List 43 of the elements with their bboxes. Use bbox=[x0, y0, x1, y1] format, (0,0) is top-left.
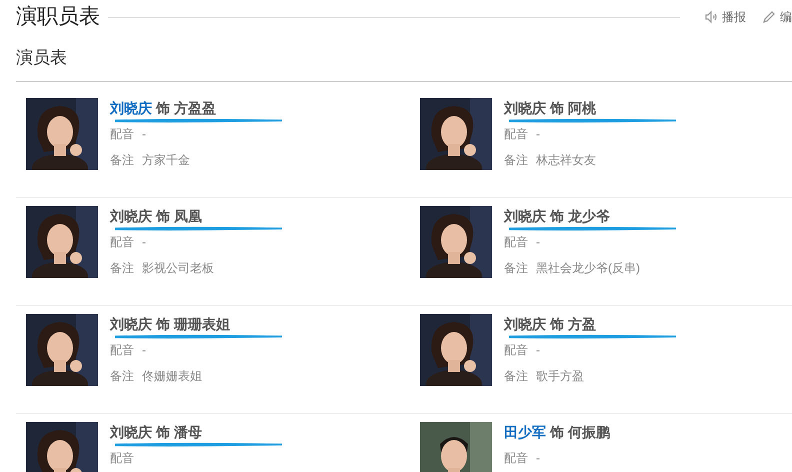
role-text: 饰 何振鹏 bbox=[550, 423, 610, 442]
note-label: 备注 bbox=[504, 152, 528, 168]
note-value: 歌手方盈 bbox=[536, 368, 584, 384]
role-text: 饰 凤凰 bbox=[156, 207, 202, 226]
role-text: 饰 潘母 bbox=[156, 423, 202, 442]
role-text: 饰 珊珊表姐 bbox=[156, 315, 230, 334]
dub-value: - bbox=[142, 342, 146, 358]
note-value: 方家千金 bbox=[142, 152, 190, 168]
dub-label: 配音 bbox=[110, 342, 134, 358]
edit-button[interactable]: 编 bbox=[762, 8, 792, 26]
dub-label: 配音 bbox=[110, 234, 134, 250]
note-label: 备注 bbox=[504, 260, 528, 276]
dub-label: 配音 bbox=[504, 342, 528, 358]
note-label: 备注 bbox=[110, 260, 134, 276]
role-text: 饰 方盈盈 bbox=[156, 99, 216, 118]
note-value: 黑社会龙少爷(反串) bbox=[536, 260, 640, 276]
dub-value: - bbox=[536, 450, 540, 466]
dub-value: - bbox=[536, 234, 540, 250]
dub-value: - bbox=[142, 126, 146, 142]
note-label: 备注 bbox=[110, 152, 134, 168]
speaker-icon bbox=[704, 10, 718, 24]
note-value: 影视公司老板 bbox=[142, 260, 214, 276]
dub-value: - bbox=[536, 342, 540, 358]
note-label: 备注 bbox=[504, 368, 528, 384]
actor-link[interactable]: 刘晓庆 bbox=[110, 98, 152, 118]
actor-link[interactable]: 田少军 bbox=[504, 422, 546, 442]
role-text: 饰 龙少爷 bbox=[550, 207, 610, 226]
dub-value: - bbox=[142, 234, 146, 250]
role-text: 饰 方盈 bbox=[550, 315, 596, 334]
dub-label: 配音 bbox=[110, 450, 134, 466]
broadcast-button[interactable]: 播报 bbox=[704, 8, 746, 26]
role-text: 饰 阿桃 bbox=[550, 99, 596, 118]
note-label: 备注 bbox=[110, 368, 134, 384]
dub-label: 配音 bbox=[110, 126, 134, 142]
note-value: 佟姗姗表姐 bbox=[142, 368, 202, 384]
dub-label: 配音 bbox=[504, 450, 528, 466]
note-value: 林志祥女友 bbox=[536, 152, 596, 168]
section-heading: 演职员表 bbox=[16, 4, 100, 30]
dub-label: 配音 bbox=[504, 234, 528, 250]
dub-value: - bbox=[536, 126, 540, 142]
subsection-heading: 演员表 bbox=[16, 46, 67, 69]
dub-label: 配音 bbox=[504, 126, 528, 142]
pencil-icon bbox=[762, 10, 776, 24]
